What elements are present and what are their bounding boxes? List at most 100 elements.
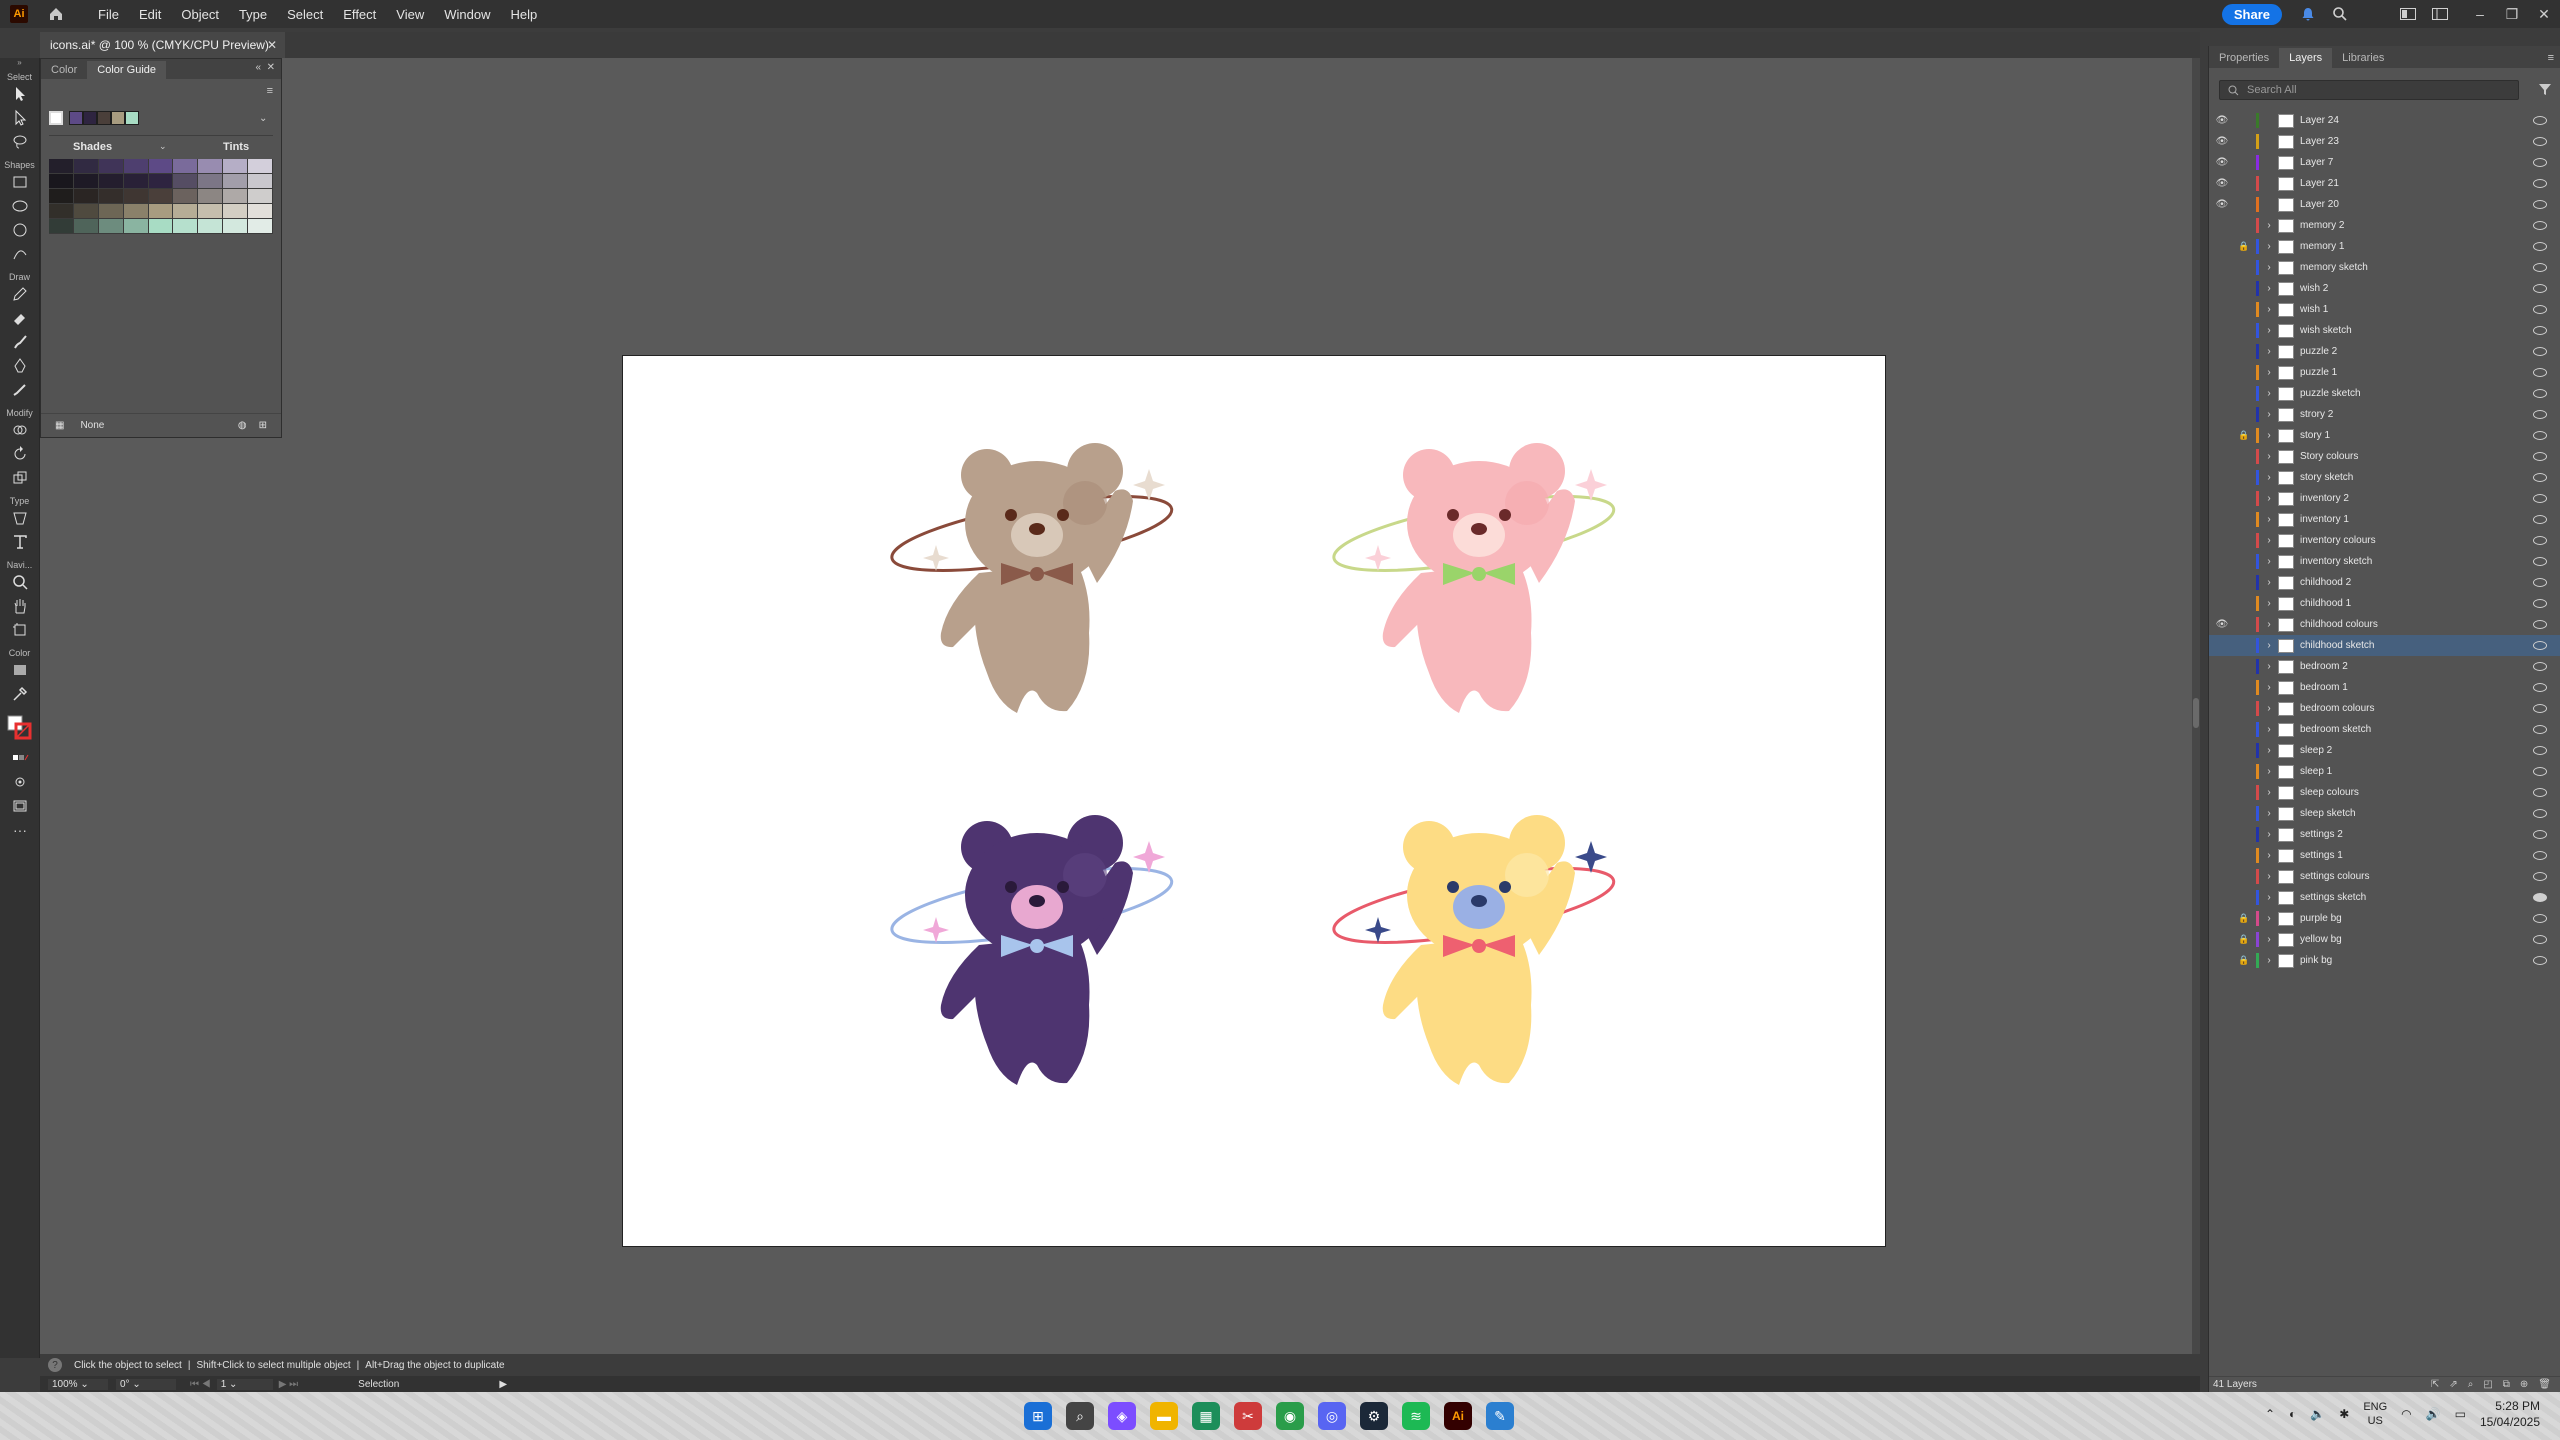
menu-object[interactable]: Object xyxy=(171,7,229,22)
vertical-scrollbar[interactable] xyxy=(2192,58,2200,1354)
draw-mode-icon[interactable] xyxy=(0,770,40,794)
menu-view[interactable]: View xyxy=(386,7,434,22)
save-color-group-icon[interactable]: ⊞ xyxy=(259,420,267,431)
more-tools-icon[interactable]: ··· xyxy=(0,818,40,842)
layer-row[interactable]: › settings 1 xyxy=(2209,845,2560,866)
expand-chevron-icon[interactable]: › xyxy=(2262,325,2276,336)
target-circle-icon[interactable] xyxy=(2533,389,2547,398)
layer-row[interactable]: 🔒 › purple bg xyxy=(2209,908,2560,929)
app-icon[interactable]: ✎ xyxy=(1486,1402,1514,1430)
paintbrush-tool-icon[interactable] xyxy=(0,330,40,354)
shades-chevron-down-icon[interactable]: ⌄ xyxy=(159,141,167,152)
snipping-tool-icon[interactable]: ✂ xyxy=(1234,1402,1262,1430)
battery-icon[interactable]: ▭ xyxy=(2455,1407,2466,1421)
expand-chevron-icon[interactable]: › xyxy=(2262,262,2276,273)
target-circle-icon[interactable] xyxy=(2533,536,2547,545)
color-variation-swatch[interactable] xyxy=(248,219,274,234)
target-circle-icon[interactable] xyxy=(2533,347,2547,356)
layer-row[interactable]: › settings colours xyxy=(2209,866,2560,887)
target-circle-icon[interactable] xyxy=(2533,368,2547,377)
filter-icon[interactable] xyxy=(2538,82,2552,99)
home-icon[interactable] xyxy=(46,4,66,24)
layer-row[interactable]: 👁 Layer 21 xyxy=(2209,173,2560,194)
color-variation-swatch[interactable] xyxy=(223,189,249,204)
layer-row[interactable]: › wish sketch xyxy=(2209,320,2560,341)
swatch-library-icon[interactable]: ▦ xyxy=(55,420,64,431)
layer-row[interactable]: 🔒 › story 1 xyxy=(2209,425,2560,446)
expand-chevron-icon[interactable]: › xyxy=(2262,220,2276,231)
color-mode-icon[interactable] xyxy=(0,746,40,770)
color-variation-swatch[interactable] xyxy=(49,159,74,174)
minimize-icon[interactable]: – xyxy=(2468,2,2492,26)
layer-row[interactable]: › sleep 1 xyxy=(2209,761,2560,782)
visibility-eye-icon[interactable]: 👁 xyxy=(2209,178,2235,189)
close-tab-icon[interactable]: ✕ xyxy=(267,38,277,52)
pen-tool-icon[interactable] xyxy=(0,354,40,378)
color-variation-swatch[interactable] xyxy=(148,204,174,219)
direct-selection-tool-icon[interactable] xyxy=(0,106,40,130)
color-variation-swatch[interactable] xyxy=(198,159,224,174)
clipping-mask-icon[interactable]: ◰ xyxy=(2483,1379,2492,1390)
color-variation-swatch[interactable] xyxy=(98,174,124,189)
expand-chevron-icon[interactable]: › xyxy=(2262,409,2276,420)
expand-chevron-icon[interactable]: › xyxy=(2262,388,2276,399)
color-variation-swatch[interactable] xyxy=(73,219,99,234)
target-circle-icon[interactable] xyxy=(2533,767,2547,776)
target-circle-icon[interactable] xyxy=(2533,641,2547,650)
harmony-swatch[interactable] xyxy=(83,111,97,125)
artboard[interactable] xyxy=(622,355,1886,1247)
expand-chevron-icon[interactable]: › xyxy=(2262,787,2276,798)
color-variation-swatch[interactable] xyxy=(173,159,199,174)
layer-row[interactable]: 👁 Layer 24 xyxy=(2209,110,2560,131)
artboard-select[interactable]: 1 ⌄ xyxy=(216,1378,273,1390)
layer-row[interactable]: › sleep sketch xyxy=(2209,803,2560,824)
target-circle-icon[interactable] xyxy=(2533,830,2547,839)
selection-tool-icon[interactable] xyxy=(0,82,40,106)
locate-object-icon[interactable]: ⌕ xyxy=(2468,1379,2474,1390)
start-icon[interactable]: ⊞ xyxy=(1024,1402,1052,1430)
color-variation-swatch[interactable] xyxy=(98,189,124,204)
layer-row[interactable]: 👁 Layer 20 xyxy=(2209,194,2560,215)
color-variation-swatch[interactable] xyxy=(248,174,274,189)
pencil-tool-icon[interactable] xyxy=(0,282,40,306)
target-circle-icon[interactable] xyxy=(2533,410,2547,419)
color-variation-swatch[interactable] xyxy=(148,219,174,234)
hand-tool-icon[interactable] xyxy=(0,594,40,618)
layer-row[interactable]: › puzzle 1 xyxy=(2209,362,2560,383)
file-explorer-icon[interactable]: ▬ xyxy=(1150,1402,1178,1430)
expand-chevron-icon[interactable]: › xyxy=(2262,934,2276,945)
expand-chevron-icon[interactable]: › xyxy=(2262,913,2276,924)
polygon-tool-icon[interactable] xyxy=(0,218,40,242)
status-arrow-icon[interactable]: ▶ xyxy=(499,1379,507,1390)
search-taskbar-icon[interactable]: ⌕ xyxy=(1066,1402,1094,1430)
color-variation-swatch[interactable] xyxy=(98,204,124,219)
tray-overflow-icon[interactable]: ⌃ xyxy=(2265,1407,2275,1421)
edit-colors-icon[interactable]: ◍ xyxy=(238,420,247,431)
target-circle-icon[interactable] xyxy=(2533,599,2547,608)
layer-row[interactable]: › memory sketch xyxy=(2209,257,2560,278)
expand-chevron-icon[interactable]: › xyxy=(2262,850,2276,861)
layer-row[interactable]: › inventory 1 xyxy=(2209,509,2560,530)
harmony-colors[interactable] xyxy=(49,111,139,125)
visibility-eye-icon[interactable]: 👁 xyxy=(2209,619,2235,630)
layer-row[interactable]: › settings 2 xyxy=(2209,824,2560,845)
harmony-swatch[interactable] xyxy=(69,111,83,125)
lock-icon[interactable]: 🔒 xyxy=(2235,241,2253,252)
expand-chevron-icon[interactable]: › xyxy=(2262,640,2276,651)
expand-chevron-icon[interactable]: › xyxy=(2262,766,2276,777)
tab-color-guide[interactable]: Color Guide xyxy=(87,61,166,79)
expand-chevron-icon[interactable]: › xyxy=(2262,472,2276,483)
target-circle-icon[interactable] xyxy=(2533,557,2547,566)
collapse-panel-icon[interactable]: « xyxy=(255,62,261,73)
layer-row[interactable]: 👁 Layer 23 xyxy=(2209,131,2560,152)
harmony-swatch[interactable] xyxy=(125,111,139,125)
fill-stroke-icon[interactable] xyxy=(0,706,40,746)
menu-window[interactable]: Window xyxy=(434,7,500,22)
layer-row[interactable]: › Story colours xyxy=(2209,446,2560,467)
shape-builder-tool-icon[interactable] xyxy=(0,418,40,442)
expand-chevron-icon[interactable]: › xyxy=(2262,892,2276,903)
panel-menu-icon[interactable]: ≡ xyxy=(267,85,273,97)
expand-chevron-icon[interactable]: › xyxy=(2262,829,2276,840)
target-circle-icon[interactable] xyxy=(2533,725,2547,734)
vertical-scroll-thumb[interactable] xyxy=(2193,698,2199,728)
